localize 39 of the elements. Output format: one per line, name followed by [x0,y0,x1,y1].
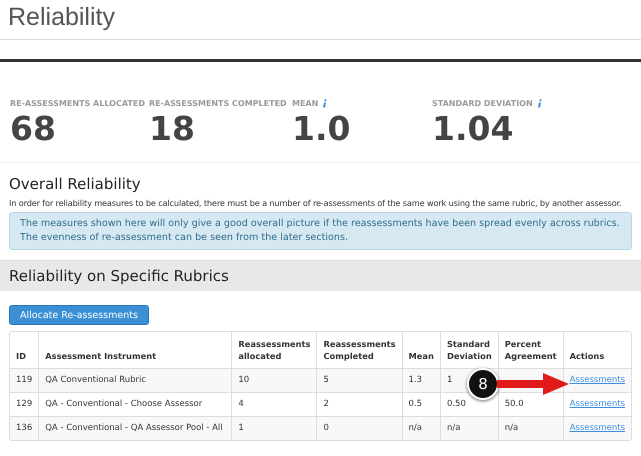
table-cell: 136 [16,423,32,434]
page-title: Reliability [8,5,115,30]
stat-label: MEAN [292,98,318,108]
table-cell: 119 [16,375,32,386]
table-cell: 1 [446,375,452,386]
table-cell: 0 [323,423,329,434]
stat-label: RE-ASSESSMENTS COMPLETED [149,98,287,108]
table-cell: 0.5 [408,399,422,410]
table-cell: QA - Conventional - QA Assessor Pool - All [45,423,223,434]
info-notice: The measures shown here will only give a good overall picture if the reassessments have been spread evenly across rubrics. The evenness of re-assessment can be seen from the later sections. [9,212,632,250]
table-cell: 1 [238,423,244,434]
arrow-icon [497,372,569,396]
stat-value: 68 [10,112,57,145]
stat-label: RE-ASSESSMENTS ALLOCATED [10,98,145,108]
column-header: ID [10,332,39,368]
table-cell: n/a [446,423,460,434]
stat-value: 1.0 [292,112,352,145]
stat-value: 1.04 [432,112,514,145]
allocate-button[interactable]: Allocate Re-assessments [9,304,149,325]
table-cell: QA - Conventional - Choose Assessor [45,399,202,410]
assessments-link[interactable]: Assessments [570,399,625,410]
info-icon[interactable] [536,98,542,108]
table-cell: QA Conventional Rubric [45,375,146,386]
section-heading: Reliability on Specific Rubrics [9,266,229,285]
table-cell: 4 [238,399,244,410]
table-cell: n/a [408,423,422,434]
table-cell: n/a [504,423,518,434]
table-cell: 1.3 [408,375,422,386]
section-heading: Overall Reliability [9,175,142,193]
table-cell: 0.50 [446,399,466,410]
table-cell: 50.0 [504,399,524,410]
stat-value: 18 [149,112,196,145]
table-cell: 5 [323,375,329,386]
info-icon[interactable] [322,98,328,108]
stat-label: STANDARD DEVIATION [432,98,533,108]
table-cell: 2 [323,399,329,410]
table-cell: 129 [16,399,32,410]
description-text: In order for reliability measures to be calculated, there must be a number of re-assessments of the same work using the same rubric, by another assessor. [9,198,622,208]
table-cell: 10 [238,375,250,386]
